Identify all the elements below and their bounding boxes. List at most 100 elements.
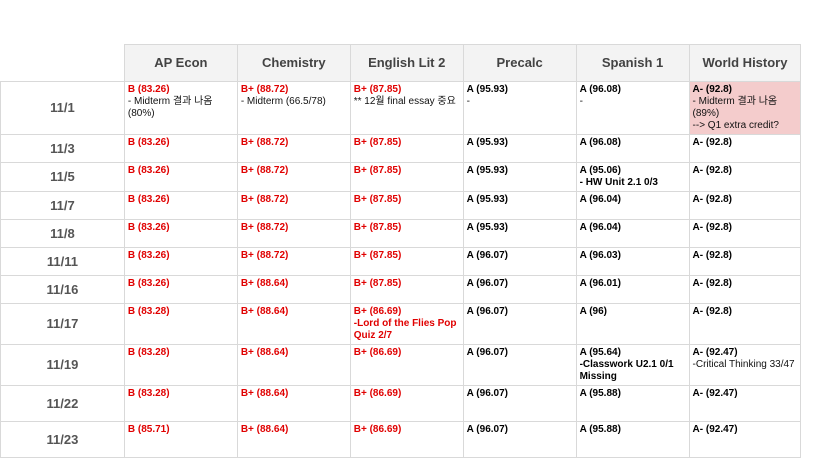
grade-value: B+ (88.64) [241,306,347,318]
date-cell[interactable]: 11/16 [1,275,125,303]
grade-cell-spanish-1[interactable]: A (95.88) [576,421,689,457]
grade-cell-spanish-1[interactable]: A (95.06)- HW Unit 2.1 0/3 [576,162,689,191]
grade-cell-english-lit-2[interactable]: B+ (87.85) [350,162,463,191]
grade-value: B (83.26) [128,194,234,206]
grade-cell-world-history[interactable]: A- (92.8) [689,303,801,344]
grade-cell-spanish-1[interactable]: A (96.08) [576,134,689,162]
grade-cell-ap-econ[interactable]: B (83.26) [124,134,237,162]
grade-cell-ap-econ[interactable]: B (83.26) [124,247,237,275]
grade-cell-english-lit-2[interactable]: B+ (87.85) [350,275,463,303]
date-cell[interactable]: 11/11 [1,247,125,275]
grade-cell-chemistry[interactable]: B+ (88.72)- Midterm (66.5/78) [237,81,350,134]
grade-cell-ap-econ[interactable]: B (85.71) [124,421,237,457]
grade-cell-chemistry[interactable]: B+ (88.64) [237,275,350,303]
header-overflow-cell[interactable] [801,44,817,81]
overflow-cell[interactable] [801,134,817,162]
grade-cell-chemistry[interactable]: B+ (88.72) [237,162,350,191]
grade-cell-precalc[interactable]: A (96.07) [463,247,576,275]
grade-cell-spanish-1[interactable]: A (96.04) [576,191,689,219]
grade-cell-ap-econ[interactable]: B (83.28) [124,385,237,421]
date-cell[interactable]: 11/23 [1,421,125,457]
grade-cell-world-history[interactable]: A- (92.47)-Critical Thinking 33/47 [689,344,801,385]
date-cell[interactable]: 11/1 [1,81,125,134]
grade-cell-ap-econ[interactable]: B (83.28) [124,303,237,344]
grade-cell-chemistry[interactable]: B+ (88.64) [237,421,350,457]
header-spanish-1[interactable]: Spanish 1 [576,44,689,81]
grade-cell-chemistry[interactable]: B+ (88.72) [237,219,350,247]
grade-cell-precalc[interactable]: A (95.93) [463,219,576,247]
grade-cell-english-lit-2[interactable]: B+ (87.85)** 12월 final essay 중요 [350,81,463,134]
overflow-cell[interactable] [801,247,817,275]
grade-cell-precalc[interactable]: A (96.07) [463,385,576,421]
grade-cell-world-history[interactable]: A- (92.8) [689,191,801,219]
grade-cell-precalc[interactable]: A (95.93) [463,162,576,191]
grade-cell-precalc[interactable]: A (96.07) [463,421,576,457]
grade-cell-english-lit-2[interactable]: B+ (87.85) [350,247,463,275]
overflow-cell[interactable] [801,303,817,344]
grade-cell-spanish-1[interactable]: A (95.88) [576,385,689,421]
grade-cell-world-history[interactable]: A- (92.8) [689,219,801,247]
grade-cell-precalc[interactable]: A (96.07) [463,275,576,303]
grade-cell-chemistry[interactable]: B+ (88.64) [237,303,350,344]
overflow-cell[interactable] [801,344,817,385]
grade-cell-english-lit-2[interactable]: B+ (87.85) [350,134,463,162]
grade-cell-chemistry[interactable]: B+ (88.72) [237,134,350,162]
overflow-cell[interactable] [801,191,817,219]
grade-cell-world-history[interactable]: A- (92.8) [689,275,801,303]
overflow-cell[interactable] [801,81,817,134]
overflow-cell[interactable] [801,421,817,457]
grade-cell-english-lit-2[interactable]: B+ (87.85) [350,191,463,219]
grade-cell-world-history[interactable]: A- (92.47) [689,385,801,421]
grade-cell-english-lit-2[interactable]: B+ (86.69)-Lord of the Flies Pop Quiz 2/… [350,303,463,344]
grade-note: -Classwork U2.1 0/1 Missing [580,359,686,383]
grade-cell-world-history[interactable]: A- (92.8) [689,247,801,275]
grade-cell-spanish-1[interactable]: A (96.03) [576,247,689,275]
date-cell[interactable]: 11/8 [1,219,125,247]
date-cell[interactable]: 11/7 [1,191,125,219]
overflow-cell[interactable] [801,162,817,191]
grade-cell-ap-econ[interactable]: B (83.28) [124,344,237,385]
grade-cell-precalc[interactable]: A (96.07) [463,344,576,385]
header-ap-econ[interactable]: AP Econ [124,44,237,81]
grade-cell-ap-econ[interactable]: B (83.26) [124,162,237,191]
grade-cell-world-history[interactable]: A- (92.8) [689,134,801,162]
header-chemistry[interactable]: Chemistry [237,44,350,81]
grade-cell-precalc[interactable]: A (96.07) [463,303,576,344]
date-cell[interactable]: 11/19 [1,344,125,385]
grade-value: A (96.07) [467,347,573,359]
overflow-cell[interactable] [801,219,817,247]
grade-cell-ap-econ[interactable]: B (83.26) [124,191,237,219]
grade-cell-english-lit-2[interactable]: B+ (86.69) [350,421,463,457]
overflow-cell[interactable] [801,385,817,421]
grade-cell-english-lit-2[interactable]: B+ (86.69) [350,344,463,385]
grade-cell-world-history[interactable]: A- (92.8) [689,162,801,191]
grade-cell-english-lit-2[interactable]: B+ (87.85) [350,219,463,247]
grade-cell-spanish-1[interactable]: A (96) [576,303,689,344]
grade-cell-world-history[interactable]: A- (92.8)- Midterm 결과 나옴 (89%) --> Q1 ex… [689,81,801,134]
grade-cell-precalc[interactable]: A (95.93) [463,191,576,219]
grade-cell-english-lit-2[interactable]: B+ (86.69) [350,385,463,421]
header-precalc[interactable]: Precalc [463,44,576,81]
grade-cell-chemistry[interactable]: B+ (88.64) [237,385,350,421]
header-english-lit-2[interactable]: English Lit 2 [350,44,463,81]
grade-cell-chemistry[interactable]: B+ (88.64) [237,344,350,385]
grade-cell-world-history[interactable]: A- (92.47) [689,421,801,457]
header-world-history[interactable]: World History [689,44,801,81]
grade-cell-ap-econ[interactable]: B (83.26)- Midterm 결과 나옴 (80%) [124,81,237,134]
grade-cell-ap-econ[interactable]: B (83.26) [124,275,237,303]
grade-cell-ap-econ[interactable]: B (83.26) [124,219,237,247]
corner-cell[interactable] [1,44,125,81]
overflow-cell[interactable] [801,275,817,303]
grade-cell-chemistry[interactable]: B+ (88.72) [237,191,350,219]
grade-cell-spanish-1[interactable]: A (96.08)- [576,81,689,134]
date-cell[interactable]: 11/17 [1,303,125,344]
grade-cell-chemistry[interactable]: B+ (88.72) [237,247,350,275]
grade-cell-precalc[interactable]: A (95.93) [463,134,576,162]
date-cell[interactable]: 11/22 [1,385,125,421]
grade-cell-spanish-1[interactable]: A (96.01) [576,275,689,303]
grade-cell-precalc[interactable]: A (95.93)- [463,81,576,134]
date-cell[interactable]: 11/5 [1,162,125,191]
grade-cell-spanish-1[interactable]: A (96.04) [576,219,689,247]
date-cell[interactable]: 11/3 [1,134,125,162]
grade-cell-spanish-1[interactable]: A (95.64)-Classwork U2.1 0/1 Missing [576,344,689,385]
